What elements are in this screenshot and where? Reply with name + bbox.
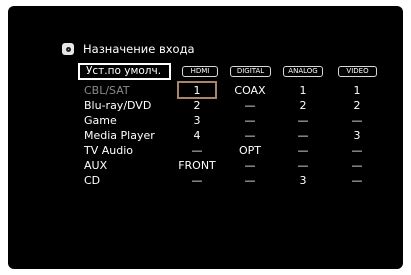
cell-analog[interactable]: — — [281, 158, 325, 173]
row-label: CBL/SAT — [84, 84, 130, 97]
cell-analog[interactable]: 1 — [281, 83, 325, 98]
table-row[interactable]: AUX FRONT — — — — [8, 158, 403, 173]
row-label: TV Audio — [84, 144, 134, 157]
cell-video[interactable]: 2 — [335, 98, 379, 113]
cell-analog[interactable]: 2 — [281, 98, 325, 113]
settings-icon — [62, 43, 74, 55]
table-row[interactable]: Blu-ray/DVD 2 — 2 2 — [8, 98, 403, 113]
table-row[interactable]: CBL/SAT 1 COAX 1 1 — [8, 83, 403, 98]
cell-digital[interactable]: COAX — [228, 83, 272, 98]
cell-video[interactable]: 1 — [335, 83, 379, 98]
cell-video[interactable]: — — [335, 143, 379, 158]
cell-hdmi[interactable]: — — [175, 143, 219, 158]
cell-analog[interactable]: 3 — [281, 173, 325, 188]
screen-title: Назначение входа — [83, 42, 195, 56]
cell-hdmi[interactable]: 3 — [175, 113, 219, 128]
table-row[interactable]: Media Player 4 — — 3 — [8, 128, 403, 143]
input-assign-screen: Назначение входа Уст.по умолч. HDMI DIGI… — [8, 6, 403, 269]
cell-video[interactable]: — — [335, 113, 379, 128]
cell-hdmi[interactable]: 2 — [175, 98, 219, 113]
row-label: CD — [84, 174, 101, 187]
cell-hdmi[interactable]: — — [175, 173, 219, 188]
row-label: Game — [84, 114, 117, 127]
column-header-digital: DIGITAL — [230, 66, 271, 77]
column-header-video: VIDEO — [338, 66, 377, 77]
cell-video[interactable]: — — [335, 158, 379, 173]
row-label: Blu-ray/DVD — [84, 99, 152, 112]
table-row[interactable]: Game 3 — — — — [8, 113, 403, 128]
table-row[interactable]: TV Audio — OPT — — — [8, 143, 403, 158]
cell-hdmi[interactable]: FRONT — [175, 158, 219, 173]
cell-hdmi[interactable]: 1 — [175, 83, 219, 98]
cell-digital[interactable]: — — [228, 113, 272, 128]
row-label: Media Player — [84, 129, 155, 142]
cell-digital[interactable]: — — [228, 128, 272, 143]
cell-video[interactable]: 3 — [335, 128, 379, 143]
cell-analog[interactable]: — — [281, 128, 325, 143]
row-label: AUX — [84, 159, 108, 172]
table-row[interactable]: CD — — 3 — — [8, 173, 403, 188]
cell-analog[interactable]: — — [281, 143, 325, 158]
cell-digital[interactable]: — — [228, 158, 272, 173]
cell-digital[interactable]: — — [228, 98, 272, 113]
column-header-analog: ANALOG — [283, 66, 323, 77]
cell-digital[interactable]: OPT — [228, 143, 272, 158]
column-header-hdmi: HDMI — [182, 66, 218, 77]
default-settings-button[interactable]: Уст.по умолч. — [78, 63, 171, 80]
cell-digital[interactable]: — — [228, 173, 272, 188]
cell-hdmi[interactable]: 4 — [175, 128, 219, 143]
cell-video[interactable]: — — [335, 173, 379, 188]
cell-analog[interactable]: — — [281, 113, 325, 128]
title-row: Назначение входа — [62, 41, 195, 57]
